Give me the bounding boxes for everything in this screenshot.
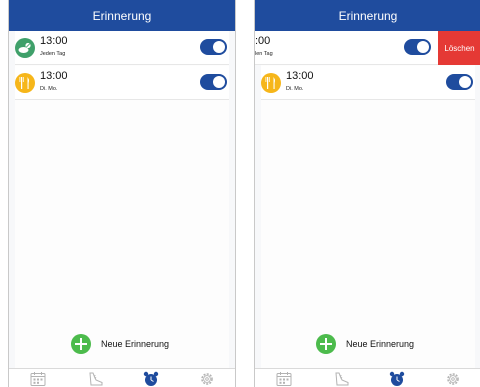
header-bar: Erinnerung bbox=[255, 0, 480, 31]
header-bar: Erinnerung bbox=[9, 0, 235, 31]
cutlery-icon bbox=[15, 73, 35, 93]
delete-button[interactable]: Löschen bbox=[438, 31, 480, 65]
pill-icon bbox=[15, 38, 35, 58]
alarm-clock-icon[interactable] bbox=[142, 370, 160, 387]
reminder-repeat: Di. Mo. bbox=[286, 86, 304, 92]
tab-bar bbox=[255, 368, 480, 387]
reminder-screen-swiped: Erinnerung :00 len Tag 13:00 Di. Mo. Lös… bbox=[254, 0, 480, 387]
delete-label: Löschen bbox=[444, 43, 475, 53]
reminder-toggle[interactable] bbox=[446, 74, 473, 90]
reminder-repeat: Di. Mo. bbox=[40, 86, 58, 92]
reminder-row[interactable]: 13:00 Jeden Tag bbox=[15, 31, 229, 65]
calendar-icon[interactable] bbox=[29, 370, 47, 387]
page-title: Erinnerung bbox=[92, 8, 152, 23]
reminder-toggle[interactable] bbox=[200, 74, 227, 90]
reminder-time: 13:00 bbox=[40, 70, 68, 82]
reminder-time: 13:00 bbox=[40, 35, 68, 47]
new-reminder-button[interactable]: Neue Erinnerung bbox=[316, 334, 414, 354]
plus-icon bbox=[71, 334, 91, 354]
reminder-list: :00 len Tag 13:00 Di. Mo. bbox=[255, 31, 475, 368]
reminder-repeat: len Tag bbox=[255, 51, 273, 57]
content-area: :00 len Tag 13:00 Di. Mo. bbox=[255, 31, 480, 368]
reminder-repeat: Jeden Tag bbox=[40, 51, 66, 57]
shoe-icon[interactable] bbox=[333, 370, 351, 387]
reminder-toggle[interactable] bbox=[404, 39, 431, 55]
reminder-row[interactable]: 13:00 Di. Mo. bbox=[15, 66, 229, 100]
reminder-time: :00 bbox=[255, 35, 271, 47]
gear-icon[interactable] bbox=[198, 370, 216, 387]
new-reminder-button[interactable]: Neue Erinnerung bbox=[71, 334, 169, 354]
reminder-row-swiped[interactable]: :00 len Tag bbox=[255, 31, 444, 65]
reminder-row[interactable]: 13:00 Di. Mo. bbox=[261, 66, 475, 100]
reminder-time: 13:00 bbox=[286, 70, 314, 82]
reminder-screen: Erinnerung 13:00 Jeden Tag 13:00 Di. Mo.… bbox=[8, 0, 236, 387]
reminder-list: 13:00 Jeden Tag 13:00 Di. Mo. bbox=[15, 31, 229, 368]
cutlery-icon bbox=[261, 73, 281, 93]
gear-icon[interactable] bbox=[444, 370, 462, 387]
alarm-clock-icon[interactable] bbox=[388, 370, 406, 387]
reminder-toggle[interactable] bbox=[200, 39, 227, 55]
new-reminder-label: Neue Erinnerung bbox=[346, 339, 415, 349]
plus-icon bbox=[316, 334, 336, 354]
content-area: 13:00 Jeden Tag 13:00 Di. Mo. bbox=[9, 31, 235, 368]
calendar-icon[interactable] bbox=[275, 370, 293, 387]
page-title: Erinnerung bbox=[338, 8, 398, 23]
shoe-icon[interactable] bbox=[87, 370, 105, 387]
new-reminder-label: Neue Erinnerung bbox=[101, 339, 170, 349]
tab-bar bbox=[9, 368, 235, 387]
